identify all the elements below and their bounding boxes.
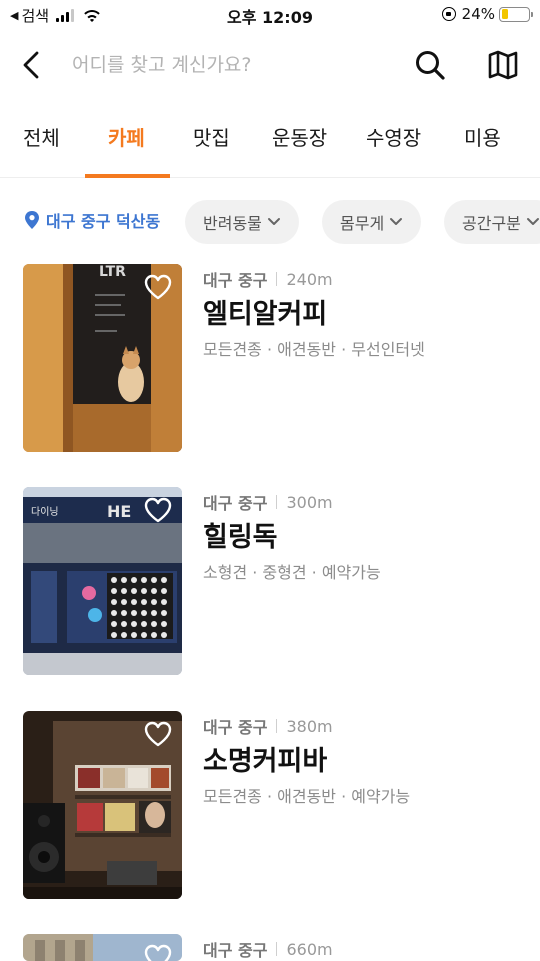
header (0, 38, 540, 92)
tab-playground[interactable]: 운동장 (272, 122, 327, 151)
tab-restaurant[interactable]: 맛집 (193, 122, 230, 151)
location-pin-icon (25, 211, 39, 229)
filter-chip-label: 공간구분 (462, 214, 521, 233)
map-button[interactable] (484, 46, 522, 84)
meta-divider (276, 495, 278, 509)
heart-icon[interactable] (143, 273, 173, 301)
filter-chip-pet[interactable]: 반려동물 (185, 200, 299, 244)
location-selector[interactable]: 대구 중구 덕산동 (24, 208, 160, 232)
place-region: 대구 중구 (203, 494, 268, 513)
back-chevron-icon (23, 51, 39, 79)
status-bar: ◀ 검색 오후 12:09 24% (0, 0, 540, 30)
place-distance: 380m (286, 716, 333, 736)
place-meta: 대구 중구 380m (203, 714, 333, 738)
back-button[interactable] (14, 46, 48, 84)
heart-icon[interactable] (143, 943, 173, 961)
place-region: 대구 중구 (203, 718, 268, 737)
filter-chip-label: 몸무게 (340, 214, 385, 233)
place-meta: 대구 중구 240m (203, 267, 333, 291)
place-tags: 소형견 · 중형견 · 예약가능 (203, 563, 381, 582)
filter-chip-label: 반려동물 (203, 214, 262, 233)
battery-icon (499, 6, 533, 22)
list-item[interactable]: 대구 중구 380m 소명커피바 모든견종 · 애견동반 · 예약가능 (0, 711, 540, 901)
svg-text:다이닝: 다이닝 (31, 506, 59, 518)
filter-chip-space[interactable]: 공간구분 (444, 200, 540, 244)
battery-percent: 24% (461, 5, 495, 23)
place-tags: 모든견종 · 애견동반 · 예약가능 (203, 787, 411, 806)
chevron-down-icon (526, 218, 539, 225)
list-item[interactable]: LTR 대구 중구 240m 엘티알커피 모든견종 · 애견동반 · 무선인터넷 (0, 264, 540, 454)
place-distance: 660m (286, 939, 333, 959)
place-photo (23, 934, 182, 961)
place-distance: 240m (286, 269, 333, 289)
list-item[interactable]: 다이닝 HE 대구 중구 300m 힐링독 소형견 · 중형견 · 예약가능 (0, 487, 540, 677)
place-region: 대구 중구 (203, 271, 268, 290)
place-region: 대구 중구 (203, 941, 268, 960)
place-photo: 다이닝 HE (23, 487, 182, 675)
place-name[interactable]: 소명커피바 (203, 739, 327, 778)
search-button[interactable] (411, 46, 449, 84)
svg-text:LTR: LTR (99, 264, 126, 280)
svg-text:HE: HE (107, 502, 131, 521)
battery-fill (501, 9, 508, 19)
heart-icon[interactable] (143, 496, 173, 524)
location-label: 대구 중구 덕산동 (46, 212, 161, 231)
filter-chip-weight[interactable]: 몸무게 (322, 200, 422, 244)
place-meta: 대구 중구 300m (203, 490, 333, 514)
chevron-down-icon (390, 218, 403, 225)
heart-icon[interactable] (143, 720, 173, 748)
chevron-down-icon (267, 218, 280, 225)
search-icon (416, 51, 445, 80)
list-item[interactable]: 대구 중구 660m (0, 934, 540, 961)
tab-grooming[interactable]: 미용 (464, 122, 501, 151)
tab-all[interactable]: 전체 (23, 122, 60, 151)
search-input[interactable] (72, 48, 392, 82)
place-distance: 300m (286, 492, 333, 512)
place-meta: 대구 중구 660m (203, 937, 333, 961)
meta-divider (276, 942, 278, 956)
map-icon (488, 50, 518, 80)
filter-row: 대구 중구 덕산동 반려동물 몸무게 공간구분 (0, 198, 540, 246)
place-name[interactable]: 힐링독 (203, 515, 278, 554)
meta-divider (276, 272, 278, 286)
status-right: 24% (441, 5, 533, 23)
meta-divider (276, 719, 278, 733)
category-tabs: 전체 카페 맛집 운동장 수영장 미용 (0, 108, 540, 178)
place-tags: 모든견종 · 애견동반 · 무선인터넷 (203, 340, 425, 359)
orientation-lock-icon (441, 7, 456, 21)
place-photo (23, 711, 182, 899)
tab-pool[interactable]: 수영장 (366, 122, 421, 151)
place-name[interactable]: 엘티알커피 (203, 292, 327, 331)
active-tab-indicator (85, 174, 170, 178)
tab-cafe[interactable]: 카페 (108, 122, 145, 151)
place-photo: LTR (23, 264, 182, 452)
